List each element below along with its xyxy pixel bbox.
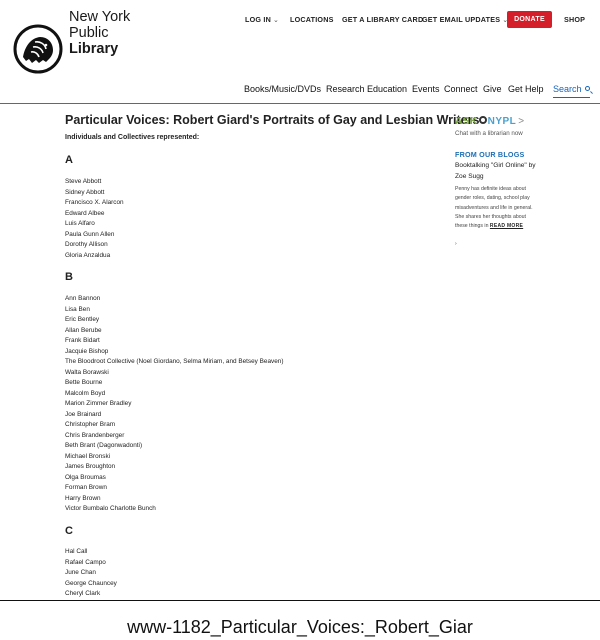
section-letter-a: A	[65, 154, 73, 166]
nav-item-connect[interactable]: Connect	[444, 84, 478, 94]
name-list-item: Michael Bronski	[65, 452, 111, 460]
name-list-item: June Chan	[65, 569, 96, 576]
login-label: LOG IN	[245, 15, 271, 24]
name-list-item: George Chauncey	[65, 579, 117, 587]
nav-item-give[interactable]: Give	[483, 84, 502, 94]
name-list-item: Beth Brant (Dagonwadonti)	[65, 442, 143, 449]
name-list-item: Harry Brown	[65, 494, 101, 502]
shop-link[interactable]: SHOP	[564, 15, 585, 24]
name-list-item: Chris Brandenberger	[65, 431, 125, 439]
email-updates-label: GET EMAIL UPDATES	[422, 15, 501, 24]
blog-title-link[interactable]: Booktalking "Girl Online" by Zoe Sugg	[455, 161, 545, 182]
name-list-item: Marion Zimmer Bradley	[65, 400, 132, 407]
name-list-item: Rafael Campo	[65, 558, 106, 566]
blog-more-arrow[interactable]: ›	[455, 241, 457, 247]
name-list-item: Edward Albee	[65, 209, 105, 217]
page-subtitle: Individuals and Collectives represented:	[65, 134, 200, 141]
utility-nav: LOG IN ⌄ LOCATIONS GET A LIBRARY CARD GET…	[0, 11, 600, 29]
chevron-right-icon: >	[518, 116, 525, 127]
name-list-item: Gloria Anzaldua	[65, 251, 111, 259]
name-list-item: Paula Gunn Allen	[65, 230, 115, 238]
locations-link[interactable]: LOCATIONS	[290, 15, 334, 24]
login-link[interactable]: LOG IN ⌄	[245, 15, 279, 24]
name-list-item: Allan Berube	[65, 326, 102, 334]
nav-search-button[interactable]: Search	[553, 84, 590, 98]
name-list-item: Forman Brown	[65, 484, 107, 491]
name-list-item: Dorothy Allison	[65, 241, 108, 248]
name-list-item: Christopher Bram	[65, 421, 116, 428]
name-list-item: Sidney Abbott	[65, 188, 105, 196]
browser-viewport: New York Public Library LOG IN ⌄ LOCATION…	[0, 0, 600, 600]
email-updates-link[interactable]: GET EMAIL UPDATES ⌄	[422, 15, 508, 24]
name-list-item: Malcolm Boyd	[65, 389, 106, 397]
name-list-item: James Broughton	[65, 463, 116, 470]
name-list-item: Lisa Ben	[65, 305, 90, 313]
name-list-item: Cheryl Clark	[65, 590, 101, 597]
name-list-item: Frank Bidart	[65, 337, 100, 344]
nav-item-events[interactable]: Events	[412, 84, 440, 94]
nypl-label: NYPL	[487, 116, 517, 127]
name-list-item: Walta Borawski	[65, 368, 109, 376]
name-list-item: Joe Brainard	[65, 410, 102, 418]
ask-nypl-link[interactable]: ASK NYPL >	[455, 116, 525, 127]
library-card-link[interactable]: GET A LIBRARY CARD	[342, 15, 423, 24]
search-underline	[553, 97, 590, 98]
search-label: Search	[553, 84, 582, 94]
screenshot-caption: www-1182_Particular_Voices:_Robert_Giar	[127, 617, 473, 637]
owl-icon	[478, 116, 487, 124]
main-nav: Books/Music/DVDs Research Education Even…	[0, 84, 600, 98]
name-list-item: Eric Bentley	[65, 316, 100, 323]
names-list-c: Hal Call Rafael Campo June Chan George Chau…	[65, 547, 117, 600]
blogs-heading: FROM OUR BLOGS	[455, 150, 525, 159]
name-list-item: Steve Abbott	[65, 178, 102, 185]
names-list-b: Ann Bannon Lisa Ben Eric Bentley Allan Beru…	[65, 294, 283, 515]
nav-item-books[interactable]: Books/Music/DVDs	[244, 84, 321, 94]
read-more-link[interactable]: READ MORE	[490, 223, 523, 229]
name-list-item: Jacquie Bishop	[65, 347, 109, 355]
name-list-item: Hal Call	[65, 548, 88, 555]
nav-item-research[interactable]: Research	[326, 84, 365, 94]
nav-item-get-help[interactable]: Get Help	[508, 84, 544, 94]
search-icon	[584, 86, 590, 91]
ask-label: ASK	[455, 116, 478, 127]
section-letter-b: B	[65, 271, 73, 283]
chat-link[interactable]: Chat with a librarian now	[455, 130, 523, 137]
section-letter-c: C	[65, 525, 73, 537]
name-list-item: Francisco X. Alarcon	[65, 199, 124, 206]
name-list-item: The Bloodroot Collective (Noel Giordano,…	[65, 358, 284, 365]
name-list-item: Bette Bourne	[65, 379, 103, 386]
blog-excerpt: Penny has definite ideas about gender ro…	[455, 185, 537, 231]
lion-logo-icon[interactable]	[13, 24, 63, 74]
wordmark-line-3: Library	[69, 41, 119, 57]
page-title: Particular Voices: Robert Giard's Portra…	[65, 113, 480, 127]
name-list-item: Luis Alfaro	[65, 220, 95, 227]
names-list-a: Steve Abbott Sidney Abbott Francisco X. Al…	[65, 177, 124, 261]
nav-item-education[interactable]: Education	[367, 84, 407, 94]
donate-button[interactable]: DONATE	[507, 11, 552, 28]
name-list-item: Ann Bannon	[65, 295, 101, 302]
header-divider	[0, 103, 600, 104]
name-list-item: Victor Bumbalo Charlotte Bunch	[65, 505, 156, 512]
name-list-item: Olga Broumas	[65, 473, 106, 481]
chevron-down-icon: ⌄	[272, 17, 280, 24]
